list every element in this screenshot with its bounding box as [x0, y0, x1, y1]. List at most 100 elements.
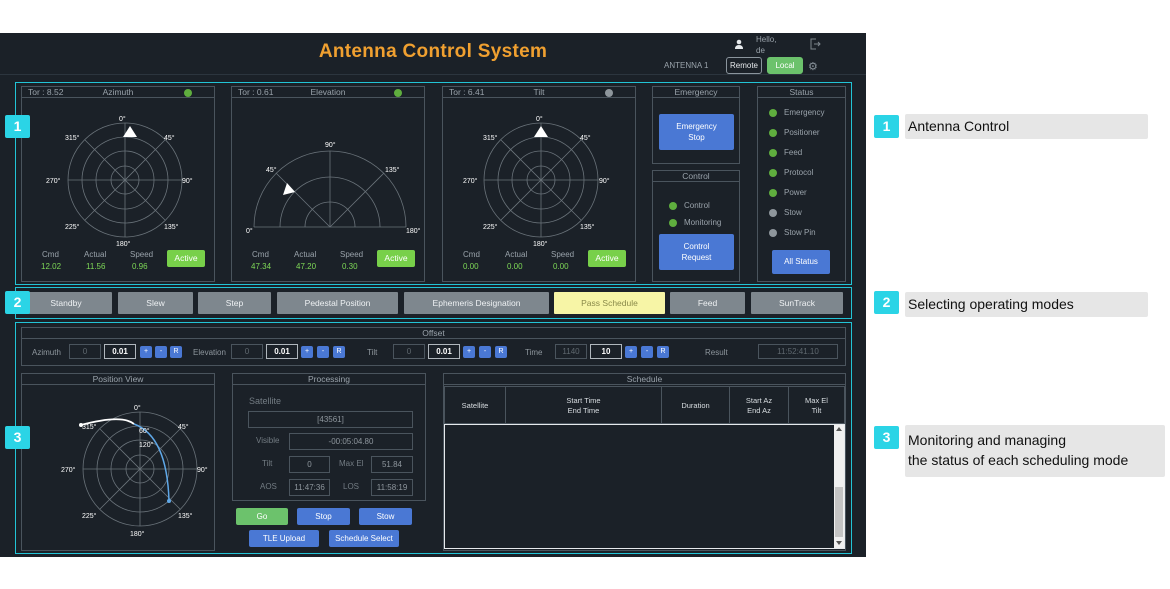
callout-badge-1-left: 1	[5, 115, 30, 138]
mode-suntrack-button[interactable]: SunTrack	[751, 292, 843, 314]
el-label-135: 135°	[385, 166, 400, 174]
elevation-panel: Elevation Tor : 0.61 0° 45° 90° 135° 180…	[231, 86, 425, 282]
az-cmd-label: Cmd	[42, 250, 59, 259]
pv-label-45: 45°	[178, 423, 189, 431]
offset-azimuth-minus[interactable]: -	[155, 346, 167, 358]
az-actual-label: Actual	[84, 250, 107, 259]
mode-step-button[interactable]: Step	[198, 292, 271, 314]
tilt-label-270: 270°	[463, 177, 478, 185]
control-panel: Control Control Monitoring Control Reques…	[652, 170, 740, 282]
tilt-label-315: 315°	[483, 134, 498, 142]
offset-tilt-input[interactable]: 0.01	[428, 344, 460, 359]
offset-azimuth-reset[interactable]: R	[170, 346, 182, 358]
offset-tilt-label: Tilt	[367, 348, 378, 357]
callout-badge-3: 3	[874, 426, 899, 449]
antenna-label: ANTENNA 1	[664, 61, 709, 70]
offset-tilt-plus[interactable]: +	[463, 346, 475, 358]
local-button[interactable]: Local	[767, 57, 803, 74]
el-actual-value: 47.20	[296, 262, 317, 271]
control-dot	[669, 202, 677, 210]
el-speed-value: 0.30	[342, 262, 358, 271]
go-button[interactable]: Go	[236, 508, 288, 525]
azimuth-panel: Azimuth Tor : 8.52 0° 45° 90° 135° 180° …	[21, 86, 215, 282]
status-dot-emergency	[769, 109, 777, 117]
pv-label-270: 270°	[61, 466, 76, 474]
col-satellite[interactable]: Satellite	[445, 387, 506, 424]
schedule-select-button[interactable]: Schedule Select	[329, 530, 399, 547]
col-start-end-time[interactable]: Start Time End Time	[506, 387, 662, 424]
scroll-down-arrow[interactable]	[836, 541, 842, 545]
tilt-label-45: 45°	[580, 134, 591, 142]
satellite-value: [43561]	[248, 411, 413, 428]
offset-time-reset[interactable]: R	[657, 346, 669, 358]
monitoring-label: Monitoring	[684, 218, 722, 227]
tilt-actual-label: Actual	[505, 250, 528, 259]
col-duration[interactable]: Duration	[662, 387, 730, 424]
tilt-label-135: 135°	[580, 223, 595, 231]
az-speed-label: Speed	[130, 250, 154, 259]
mode-feed-button[interactable]: Feed	[670, 292, 745, 314]
offset-time-minus[interactable]: -	[641, 346, 653, 358]
offset-elevation-input[interactable]: 0.01	[266, 344, 298, 359]
schedule-table-body[interactable]	[444, 424, 845, 549]
offset-elevation-minus[interactable]: -	[317, 346, 329, 358]
status-protocol: Protocol	[784, 168, 814, 177]
offset-tilt-minus[interactable]: -	[479, 346, 491, 358]
aos-value: 11:47:36	[289, 479, 330, 496]
max-el-value: 51.84	[371, 456, 413, 473]
mode-pass-schedule-button[interactable]: Pass Schedule	[554, 292, 665, 314]
visible-label: Visible	[256, 436, 280, 445]
emergency-stop-button[interactable]: Emergency Stop	[659, 114, 734, 150]
stow-button[interactable]: Stow	[359, 508, 412, 525]
offset-elevation-plus[interactable]: +	[301, 346, 313, 358]
offset-time-input[interactable]: 10	[590, 344, 622, 359]
mode-slew-button[interactable]: Slew	[118, 292, 193, 314]
scroll-up-arrow[interactable]	[836, 427, 842, 431]
offset-tilt-reset[interactable]: R	[495, 346, 507, 358]
satellite-label: Satellite	[249, 396, 282, 406]
mode-standby-button[interactable]: Standby	[20, 292, 112, 314]
el-active-button[interactable]: Active	[377, 250, 415, 267]
offset-azimuth-current: 0	[69, 344, 101, 359]
offset-azimuth-input[interactable]: 0.01	[104, 344, 136, 359]
offset-elevation-label: Elevation	[193, 348, 226, 357]
user-icon	[735, 39, 743, 49]
gear-icon[interactable]: ⚙	[808, 60, 818, 73]
az-active-button[interactable]: Active	[167, 250, 205, 267]
offset-time-plus[interactable]: +	[625, 346, 637, 358]
remote-button[interactable]: Remote	[726, 57, 762, 74]
callout-label-1: Antenna Control	[905, 114, 1148, 139]
el-speed-label: Speed	[340, 250, 364, 259]
pv-ring-60: 60°	[139, 427, 150, 435]
tle-upload-button[interactable]: TLE Upload	[249, 530, 319, 547]
pv-label-315: 315°	[82, 423, 97, 431]
greeting: Hello, de	[756, 35, 777, 55]
aos-label: AOS	[260, 482, 277, 491]
offset-title: Offset	[22, 328, 845, 339]
status-feed: Feed	[784, 148, 803, 157]
schedule-scrollbar[interactable]	[834, 425, 844, 548]
processing-panel: Processing Satellite [43561] Visible -00…	[232, 373, 426, 501]
scroll-thumb[interactable]	[835, 487, 843, 537]
all-status-button[interactable]: All Status	[772, 250, 830, 274]
offset-elevation-reset[interactable]: R	[333, 346, 345, 358]
logout-icon[interactable]	[809, 38, 821, 50]
az-label-270: 270°	[46, 177, 61, 185]
schedule-title: Schedule	[444, 374, 845, 385]
callout-label-3: Monitoring and managing the status of eac…	[905, 425, 1165, 477]
az-label-45: 45°	[164, 134, 175, 142]
el-actual-label: Actual	[294, 250, 317, 259]
stop-button[interactable]: Stop	[297, 508, 350, 525]
mode-ephemeris-designation-button[interactable]: Ephemeris Designation	[404, 292, 549, 314]
col-maxel-tilt[interactable]: Max El Tilt	[789, 387, 844, 424]
col-start-end-az[interactable]: Start Az End Az	[730, 387, 789, 424]
offset-elevation-current: 0	[231, 344, 263, 359]
control-label: Control	[684, 201, 710, 210]
offset-azimuth-label: Azimuth	[32, 348, 61, 357]
offset-azimuth-plus[interactable]: +	[140, 346, 152, 358]
tilt-active-button[interactable]: Active	[588, 250, 626, 267]
los-label: LOS	[343, 482, 360, 491]
emergency-panel: Emergency Emergency Stop	[652, 86, 740, 164]
mode-pedestal-position-button[interactable]: Pedestal Position	[277, 292, 398, 314]
control-request-button[interactable]: Control Request	[659, 234, 734, 270]
